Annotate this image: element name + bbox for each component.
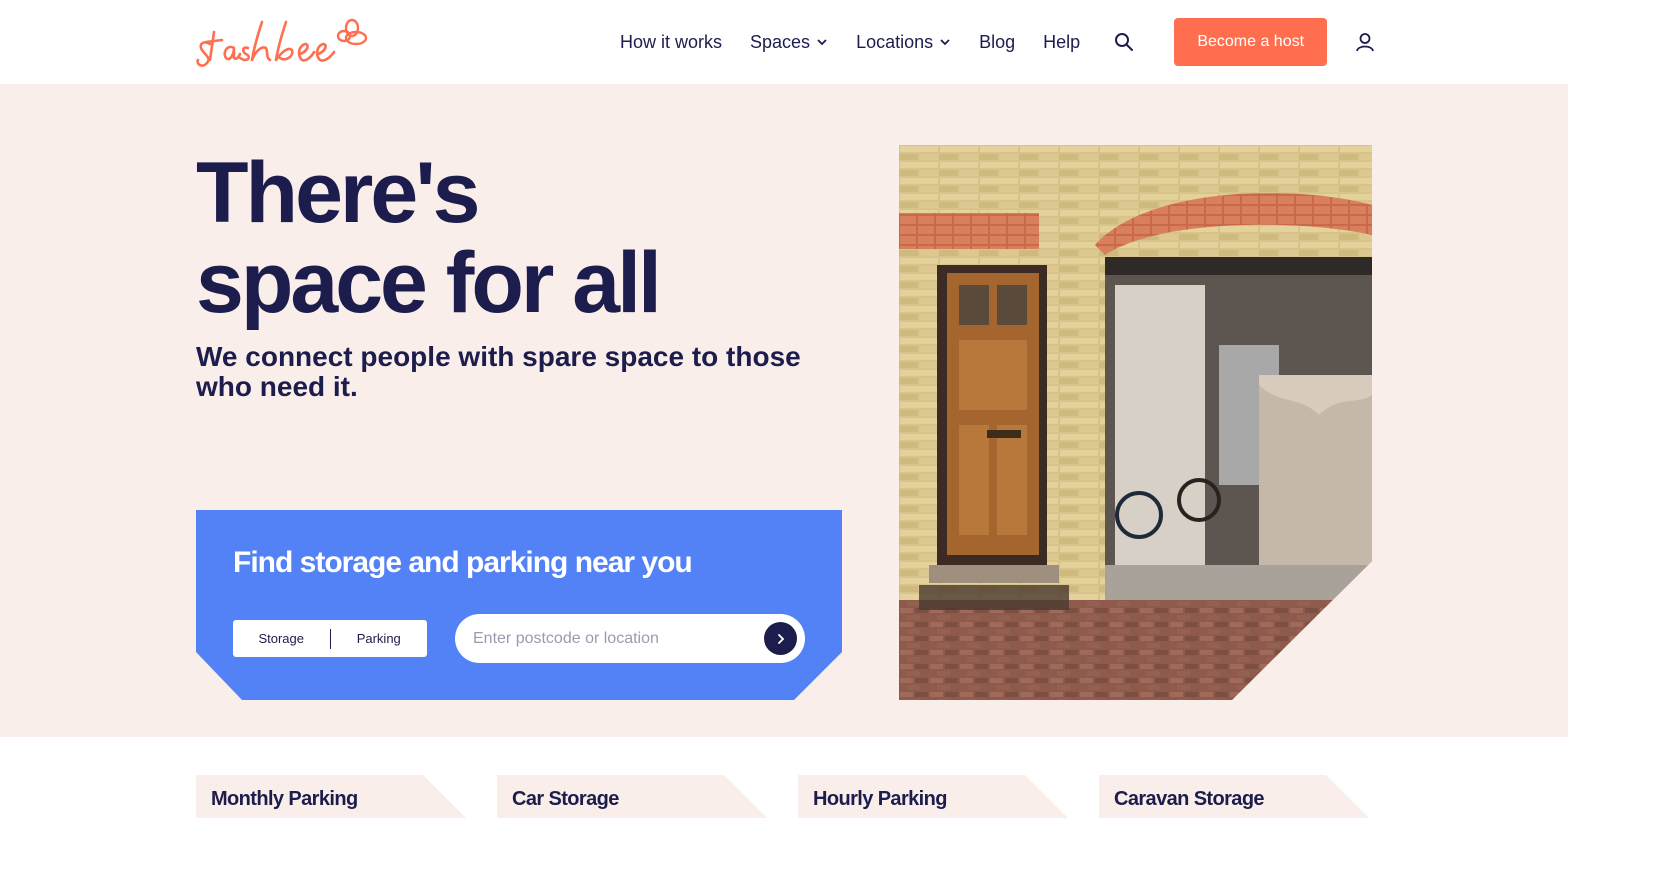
- site-header: How it works Spaces Locations Blog Help: [0, 0, 1568, 84]
- toggle-storage[interactable]: Storage: [233, 620, 330, 657]
- category-monthly-parking[interactable]: Monthly Parking: [196, 775, 466, 818]
- hero-headline: There's space for all: [196, 148, 836, 328]
- hero-headline-line2: space for all: [196, 235, 662, 331]
- category-cards: Monthly Parking Car Storage Hourly Parki…: [196, 775, 1372, 818]
- chevron-right-icon: [777, 633, 784, 644]
- nav-help[interactable]: Help: [1029, 22, 1094, 62]
- category-label: Monthly Parking: [211, 788, 358, 810]
- nav-help-label: Help: [1043, 31, 1081, 52]
- category-label: Caravan Storage: [1114, 788, 1265, 810]
- search-submit-button[interactable]: [764, 622, 797, 655]
- main-nav: How it works Spaces Locations Blog Help: [606, 0, 1381, 84]
- nav-locations-label: Locations: [856, 31, 934, 52]
- account-button[interactable]: [1349, 22, 1381, 62]
- toggle-parking[interactable]: Parking: [331, 620, 428, 657]
- category-hourly-parking[interactable]: Hourly Parking: [798, 775, 1068, 818]
- nav-blog[interactable]: Blog: [965, 22, 1029, 62]
- category-car-storage[interactable]: Car Storage: [497, 775, 767, 818]
- search-icon: [1115, 33, 1134, 51]
- chevron-down-icon: [940, 39, 950, 46]
- become-a-host-button[interactable]: Become a host: [1174, 18, 1328, 66]
- location-input[interactable]: [455, 614, 755, 663]
- user-icon: [1356, 33, 1375, 52]
- category-caravan-storage[interactable]: Caravan Storage: [1099, 775, 1369, 818]
- nav-how-it-works[interactable]: How it works: [606, 22, 736, 62]
- search-card-title: Find storage and parking near you: [233, 546, 693, 579]
- stashbee-logo[interactable]: [196, 14, 371, 70]
- nav-blog-label: Blog: [979, 31, 1016, 52]
- search-card: Find storage and parking near you Storag…: [196, 510, 842, 700]
- garage-photo: [899, 145, 1372, 700]
- nav-how-it-works-label: How it works: [620, 31, 723, 52]
- category-label: Hourly Parking: [813, 788, 947, 810]
- hero-subheading: We connect people with spare space to th…: [196, 341, 801, 402]
- search-button[interactable]: [1104, 22, 1144, 62]
- hero-headline-line1: There's: [196, 145, 480, 241]
- nav-spaces-label: Spaces: [750, 31, 811, 52]
- hero-section: There's space for all We connect people …: [0, 84, 1568, 737]
- location-search-field: [455, 614, 805, 663]
- category-label: Car Storage: [512, 788, 619, 810]
- space-type-toggle: Storage Parking: [233, 620, 427, 657]
- nav-locations[interactable]: Locations: [842, 22, 965, 62]
- nav-spaces[interactable]: Spaces: [736, 22, 842, 62]
- chevron-down-icon: [817, 39, 827, 46]
